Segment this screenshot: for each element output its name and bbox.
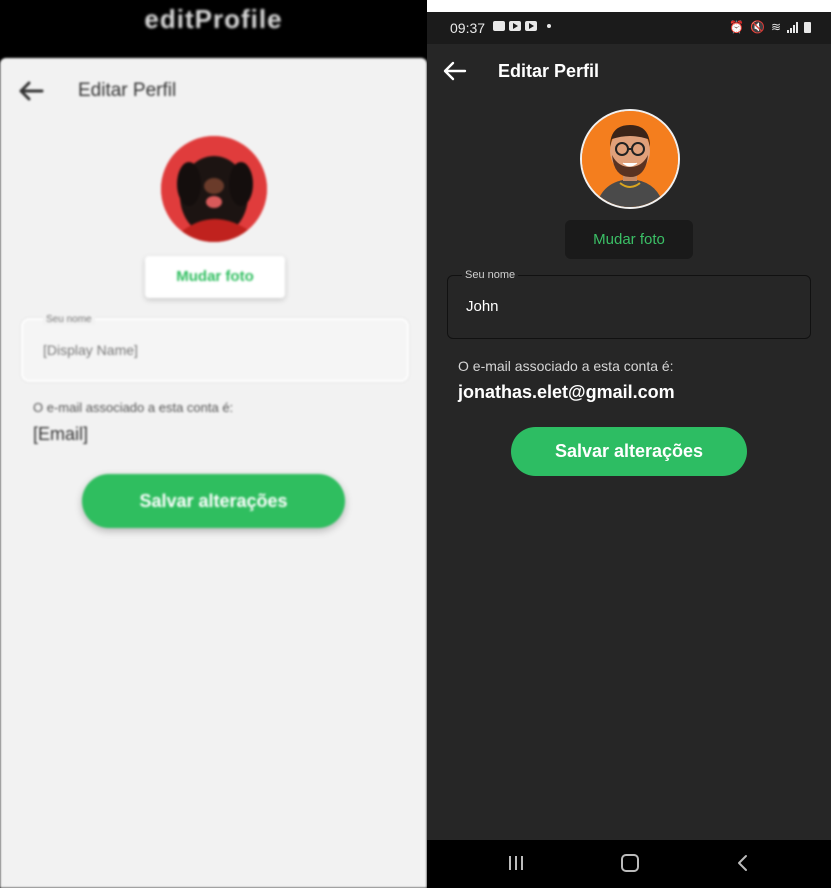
mockup-name-field-label: Seu nome <box>43 314 95 325</box>
mockup-page-title: Editar Perfil <box>78 80 177 101</box>
name-field-label: Seu nome <box>462 269 519 281</box>
mockup-back-arrow-icon[interactable] <box>18 80 44 102</box>
mockup-email-note: O e-mail associado a esta conta é: <box>33 400 234 415</box>
mockup-change-photo-button[interactable]: Mudar foto <box>145 256 285 298</box>
status-bar: 09:37 ⏰ 🔇 ≋ <box>427 12 831 44</box>
mockup-screen: Editar Perfil Mudar foto Seu nome [Displ… <box>0 58 427 888</box>
email-value: jonathas.elet@gmail.com <box>458 382 675 402</box>
mockup-email-value: [Email] <box>33 424 89 444</box>
mockup-name-field-value: [Display Name] <box>43 342 138 358</box>
name-field[interactable]: Seu nome John <box>447 269 811 339</box>
phone-screen: 09:37 ⏰ 🔇 ≋ Editar Perfil Mudar foto Seu… <box>427 12 831 888</box>
change-photo-button[interactable]: Mudar foto <box>565 220 693 259</box>
more-notifications-dot-icon <box>547 24 551 28</box>
status-system-icons: ⏰ 🔇 ≋ <box>729 20 811 34</box>
mockup-save-button[interactable]: Salvar alterações <box>82 474 345 528</box>
system-navigation-bar <box>427 840 831 888</box>
mockup-name-field[interactable]: Seu nome [Display Name] <box>21 314 409 382</box>
nav-back-icon[interactable] <box>735 854 749 872</box>
alarm-icon: ⏰ <box>729 20 744 34</box>
gallery-notification-icon <box>493 21 505 31</box>
mockup-title: editProfile <box>144 4 283 34</box>
email-note: O e-mail associado a esta conta é: <box>458 358 674 374</box>
back-arrow-icon[interactable] <box>443 60 467 82</box>
status-notification-icons <box>493 21 551 31</box>
recent-apps-icon[interactable] <box>509 856 523 870</box>
mockup-avatar-dog-image <box>161 136 267 242</box>
battery-icon <box>804 21 811 33</box>
profile-avatar-image <box>580 109 680 209</box>
mute-icon: 🔇 <box>749 20 765 34</box>
youtube-notification-icon <box>525 21 537 31</box>
save-changes-button[interactable]: Salvar alterações <box>511 427 747 476</box>
youtube-notification-icon <box>509 21 521 31</box>
phone-screenshot-panel: 09:37 ⏰ 🔇 ≋ Editar Perfil Mudar foto Seu… <box>427 0 831 888</box>
signal-icon <box>787 21 798 33</box>
page-title: Editar Perfil <box>498 61 600 81</box>
app-bar: Editar Perfil <box>427 44 831 100</box>
home-icon[interactable] <box>621 854 639 872</box>
name-input[interactable]: John <box>466 298 786 315</box>
status-time: 09:37 <box>450 20 486 36</box>
design-mockup-panel: editProfile Editar Perfil Mudar foto Seu… <box>0 0 427 888</box>
wifi-icon: ≋ <box>770 20 781 34</box>
